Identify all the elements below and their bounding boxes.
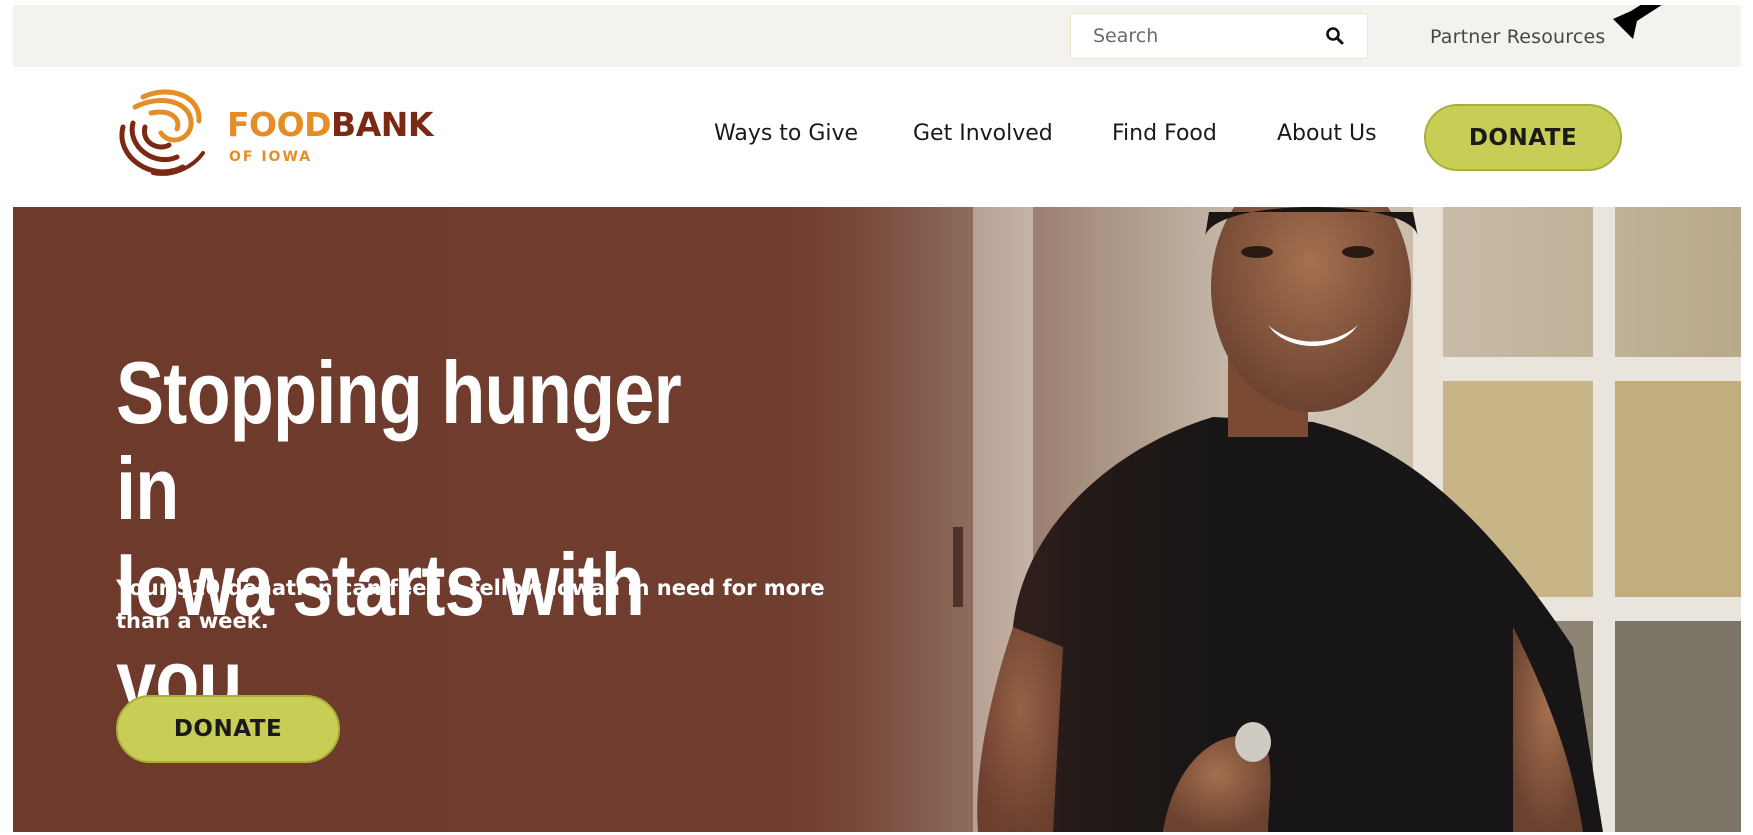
- search-icon[interactable]: [1325, 26, 1345, 46]
- cursor-arrow-icon: [1613, 5, 1662, 39]
- hero-heading-line1: Stopping hunger in: [116, 343, 682, 538]
- page: Partner Resources FOODBANK OF IOWA Ways …: [13, 5, 1741, 832]
- nav-ways-to-give[interactable]: Ways to Give: [714, 121, 858, 146]
- donate-button-header[interactable]: DONATE: [1424, 104, 1622, 171]
- nav-get-involved[interactable]: Get Involved: [913, 121, 1053, 146]
- hero-heading: Stopping hunger in Iowa starts with you: [116, 345, 739, 729]
- partner-resources-link[interactable]: Partner Resources: [1430, 26, 1606, 48]
- donate-button-hero[interactable]: DONATE: [116, 695, 340, 763]
- main-nav: Ways to Give Get Involved Find Food Abou…: [13, 67, 1741, 207]
- nav-about-us[interactable]: About Us: [1277, 121, 1377, 146]
- hero-subtitle: Your $10 donation can feed a fellow Iowa…: [116, 576, 825, 633]
- utility-bar: Partner Resources: [13, 5, 1741, 67]
- nav-find-food[interactable]: Find Food: [1112, 121, 1217, 146]
- search-input[interactable]: [1071, 14, 1311, 58]
- site-header: FOODBANK OF IOWA Ways to Give Get Involv…: [13, 67, 1741, 207]
- hero-banner: Stopping hunger in Iowa starts with you …: [13, 207, 1741, 832]
- search-box: [1070, 13, 1368, 59]
